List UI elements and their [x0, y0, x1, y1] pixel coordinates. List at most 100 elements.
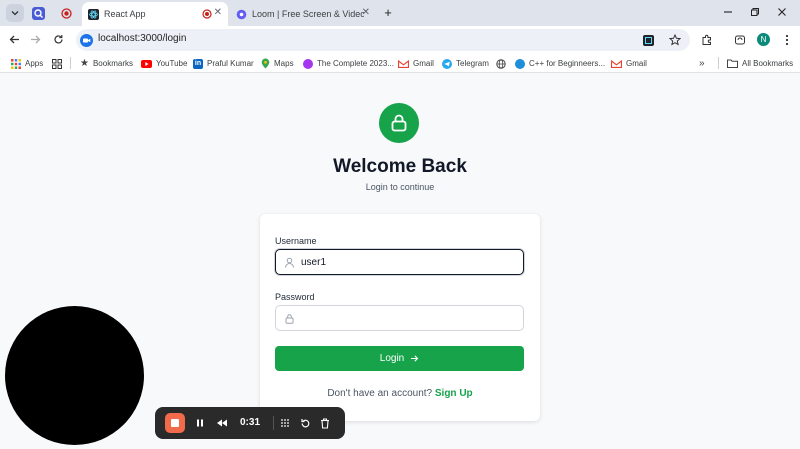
delete-button[interactable]: [317, 415, 333, 431]
bookmark-item[interactable]: in Praful Kumar: [193, 57, 254, 70]
recording-time: 0:31: [240, 417, 261, 428]
folder-icon: [727, 59, 738, 68]
star-filled-icon: ★: [80, 58, 89, 69]
restore-button[interactable]: [747, 4, 763, 20]
close-window-button[interactable]: [774, 4, 790, 20]
signup-link[interactable]: Sign Up: [435, 388, 473, 399]
bookmark-item[interactable]: ★ Bookmarks: [80, 57, 133, 70]
webcam-bubble[interactable]: [5, 306, 144, 445]
arrow-right-icon: [411, 355, 419, 362]
new-tab-button[interactable]: +: [380, 4, 396, 20]
reload-icon: [54, 35, 63, 44]
avatar: N: [757, 33, 770, 46]
forward-button[interactable]: [27, 31, 44, 48]
bookmarks-divider: [718, 57, 719, 69]
restore-icon: [751, 8, 759, 16]
restart-icon: [300, 418, 309, 427]
drag-dots-icon: [281, 419, 289, 427]
reload-button[interactable]: [50, 31, 67, 48]
gmail-icon: [398, 59, 409, 68]
bookmarks-bar: Apps ★ Bookmarks YouTube in Praful Kumar…: [0, 53, 800, 73]
username-label: Username: [275, 236, 317, 246]
url-host: localhost: [98, 33, 138, 44]
bookmark-label: Maps: [274, 59, 294, 68]
login-card: Username user1 Password Login Don't have…: [260, 214, 540, 421]
restart-button[interactable]: [297, 415, 313, 431]
minimize-button[interactable]: [720, 4, 736, 20]
tab-react-app[interactable]: React App ✕: [82, 2, 228, 26]
pinned-tab-2[interactable]: [58, 4, 74, 22]
extensions-button[interactable]: [698, 31, 715, 48]
bookmarks-overflow[interactable]: »: [699, 57, 705, 70]
all-bookmarks[interactable]: All Bookmarks: [727, 57, 793, 70]
close-tab-icon[interactable]: ✕: [214, 7, 222, 18]
bookmark-item[interactable]: YouTube: [141, 57, 187, 70]
username-value: user1: [301, 257, 327, 268]
bookmark-label: C++ for Beginneers...: [529, 59, 606, 68]
sync-icon: [734, 35, 745, 44]
url-path: :3000/login: [137, 33, 187, 44]
menu-button[interactable]: [778, 31, 795, 48]
rewind-button[interactable]: [214, 415, 230, 431]
lock-icon: [391, 114, 407, 132]
address-bar[interactable]: localhost:3000/login: [76, 29, 690, 51]
extension-pinned-icon[interactable]: [643, 34, 654, 46]
tab-label: React App: [104, 9, 146, 19]
bookmark-item[interactable]: Gmail: [398, 57, 434, 70]
bookmark-label: YouTube: [156, 59, 188, 68]
gmail-icon: [611, 59, 622, 68]
tab-strip: React App ✕ Loom | Free Screen & Video R…: [0, 0, 800, 26]
stop-recording-button[interactable]: [165, 413, 185, 433]
logo-badge: [379, 103, 419, 143]
bookmark-grid[interactable]: [52, 57, 62, 70]
bookmark-apps[interactable]: Apps: [11, 57, 43, 70]
bookmark-item[interactable]: Maps: [261, 57, 294, 70]
login-button[interactable]: Login: [275, 346, 524, 371]
edge-icon: [515, 58, 525, 69]
pause-button[interactable]: [192, 415, 208, 431]
tab-search-button[interactable]: [6, 4, 24, 22]
minimize-icon: [724, 11, 732, 13]
apps-grid-icon: [11, 58, 21, 69]
pinned-tab-1[interactable]: [30, 4, 46, 22]
bookmark-item[interactable]: The Complete 2023...: [303, 57, 394, 70]
pause-icon: [197, 419, 203, 427]
star-icon[interactable]: [669, 34, 681, 46]
profile-avatar[interactable]: N: [755, 31, 772, 48]
bookmark-label: Apps: [25, 59, 44, 68]
bookmark-item[interactable]: Gmail: [611, 57, 647, 70]
telegram-icon: [442, 58, 452, 69]
bookmark-item[interactable]: C++ for Beginneers...: [515, 57, 605, 70]
password-field[interactable]: [275, 305, 524, 331]
arrow-left-icon: [9, 35, 19, 44]
maps-pin-icon: [261, 58, 270, 69]
username-field[interactable]: user1: [275, 249, 524, 275]
bookmark-label: Telegram: [456, 59, 489, 68]
trash-icon: [321, 418, 329, 429]
tab-loom[interactable]: Loom | Free Screen & Video Re ✕: [230, 2, 376, 26]
signup-row: Don't have an account? Sign Up: [260, 388, 540, 399]
recording-indicator-icon: [202, 9, 212, 19]
bookmarks-divider: [70, 57, 71, 69]
bookmark-label: Gmail: [413, 59, 434, 68]
bookmark-globe[interactable]: [496, 57, 506, 70]
sync-button[interactable]: [731, 31, 748, 48]
url-text[interactable]: localhost:3000/login: [98, 33, 186, 44]
more-vertical-icon: [785, 34, 788, 45]
signup-prompt: Don't have an account?: [327, 388, 433, 399]
back-button[interactable]: [6, 31, 23, 48]
user-icon: [285, 257, 294, 268]
camera-recording-icon[interactable]: [80, 33, 93, 47]
drag-handle[interactable]: [277, 415, 293, 431]
recording-divider: [273, 416, 274, 430]
lock-small-icon: [285, 314, 294, 324]
bookmark-label: Gmail: [626, 59, 647, 68]
bookmark-item[interactable]: Telegram: [442, 57, 489, 70]
page-title: Welcome Back: [333, 156, 467, 177]
close-icon: [778, 8, 786, 16]
puzzle-icon: [702, 34, 711, 45]
chevron-down-icon: [11, 11, 19, 16]
close-tab-icon[interactable]: ✕: [362, 7, 370, 18]
globe-icon: [496, 58, 506, 69]
tab-label: Loom | Free Screen & Video Re: [252, 9, 364, 19]
